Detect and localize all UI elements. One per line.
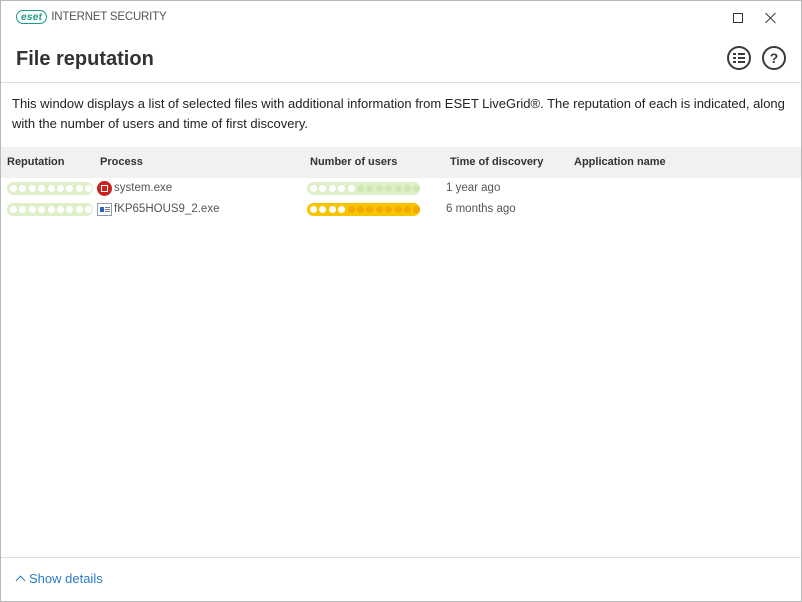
eset-logo-badge: eset: [16, 10, 48, 24]
column-header-number-of-users[interactable]: Number of users: [310, 156, 397, 168]
meter-dot: [413, 185, 421, 192]
users-meter: [307, 203, 421, 216]
meter-dot: [356, 206, 364, 213]
title-bar: eset INTERNET SECURITY: [1, 1, 801, 35]
table-row[interactable]: fKP65HOUS9_2.exe 6 months ago: [1, 200, 801, 220]
meter-dot: [56, 185, 64, 192]
meter-dot: [356, 185, 364, 192]
meter-dot: [28, 185, 36, 192]
meter-dot: [394, 185, 402, 192]
meter-dot: [385, 206, 393, 213]
discovery-time: 6 months ago: [446, 203, 516, 215]
close-icon: [764, 12, 776, 24]
meter-dot: [19, 185, 27, 192]
column-header-time-of-discovery[interactable]: Time of discovery: [450, 156, 543, 168]
maximize-icon: [733, 13, 743, 23]
help-button[interactable]: ?: [762, 46, 786, 70]
meter-dot: [366, 185, 374, 192]
meter-dot: [319, 185, 327, 192]
meter-dot: [310, 206, 317, 213]
discovery-time: 1 year ago: [446, 182, 501, 194]
help-icon: ?: [769, 50, 779, 66]
eset-logo: eset INTERNET SECURITY: [16, 10, 167, 24]
meter-dot: [347, 206, 355, 213]
users-meter: [307, 182, 421, 195]
reputation-meter: [7, 182, 93, 195]
meter-dot: [413, 206, 421, 213]
meter-dot: [66, 185, 74, 192]
chevron-up-icon: [15, 575, 26, 586]
reputation-meter: [7, 203, 93, 216]
meter-dot: [47, 206, 55, 213]
meter-dot: [38, 185, 46, 192]
meter-dot: [66, 206, 74, 213]
meter-dot: [328, 206, 336, 213]
meter-dot: [366, 206, 374, 213]
footer-divider: [1, 557, 801, 558]
list-button[interactable]: [727, 46, 751, 70]
meter-dot: [328, 185, 336, 192]
meter-dot: [385, 185, 393, 192]
show-details-link[interactable]: Show details: [15, 571, 103, 586]
product-name: INTERNET SECURITY: [51, 11, 167, 23]
list-icon: [733, 53, 745, 63]
meter-dot: [10, 185, 17, 192]
column-header-application-name[interactable]: Application name: [574, 156, 666, 168]
meter-dot: [403, 185, 411, 192]
page-title: File reputation: [16, 48, 154, 70]
meter-dot: [338, 185, 346, 192]
meter-dot: [319, 206, 327, 213]
meter-dot: [56, 206, 64, 213]
header-divider: [1, 82, 801, 83]
meter-dot: [85, 185, 93, 192]
close-button[interactable]: [758, 7, 782, 29]
meter-dot: [19, 206, 27, 213]
column-header-reputation[interactable]: Reputation: [7, 156, 64, 168]
table-header: Reputation Process Number of users Time …: [1, 147, 801, 178]
meter-dot: [347, 185, 355, 192]
meter-dot: [75, 206, 83, 213]
meter-dot: [403, 206, 411, 213]
meter-dot: [75, 185, 83, 192]
maximize-button[interactable]: [726, 7, 750, 29]
executable-file-icon: [97, 203, 112, 216]
show-details-label: Show details: [29, 571, 103, 586]
meter-dot: [10, 206, 17, 213]
column-header-process[interactable]: Process: [100, 156, 143, 168]
meter-dot: [338, 206, 346, 213]
meter-dot: [38, 206, 46, 213]
meter-dot: [394, 206, 402, 213]
system-process-icon: [97, 181, 112, 196]
meter-dot: [375, 206, 383, 213]
table-row[interactable]: system.exe 1 year ago: [1, 179, 801, 199]
meter-dot: [310, 185, 317, 192]
process-name: system.exe: [114, 182, 173, 194]
file-reputation-window: eset INTERNET SECURITY File reputation ?…: [0, 0, 802, 602]
process-name: fKP65HOUS9_2.exe: [114, 203, 220, 215]
description-text: This window displays a list of selected …: [12, 96, 785, 131]
meter-dot: [47, 185, 55, 192]
meter-dot: [375, 185, 383, 192]
meter-dot: [28, 206, 36, 213]
meter-dot: [85, 206, 93, 213]
